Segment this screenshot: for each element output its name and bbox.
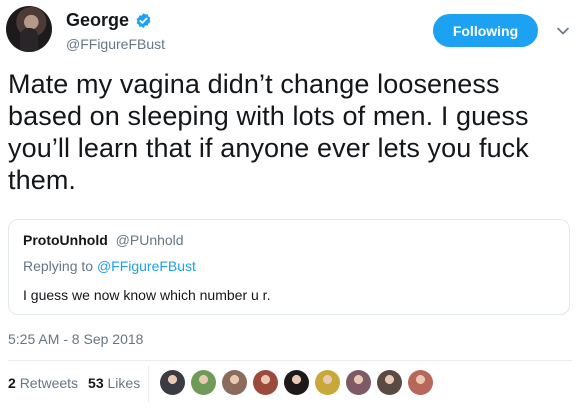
author-display-name[interactable]: George <box>66 10 129 31</box>
quoted-tweet[interactable]: ProtoUnhold @PUnhold Replying to @FFigur… <box>8 219 570 315</box>
tweet-stats: 2 Retweets 53 Likes <box>8 375 140 391</box>
chevron-down-icon[interactable] <box>556 24 570 38</box>
author-handle[interactable]: @FFigureFBust <box>66 36 165 52</box>
likes-stat[interactable]: 53 Likes <box>88 375 140 391</box>
author-avatar[interactable] <box>6 6 52 52</box>
stats-separator <box>148 366 149 402</box>
tweet-timestamp[interactable]: 5:25 AM - 8 Sep 2018 <box>8 331 143 347</box>
liker-avatar-icon[interactable] <box>284 370 309 395</box>
divider <box>8 360 572 361</box>
tweet-text-line: them. <box>8 165 77 195</box>
quoted-replying-to: Replying to @FFigureFBust <box>23 258 196 274</box>
tweet-text: Mate my vagina didn’t change looseness b… <box>8 68 568 196</box>
liker-avatar-icon[interactable] <box>408 370 433 395</box>
replying-to-prefix: Replying to <box>23 258 94 274</box>
liker-avatar-icon[interactable] <box>160 370 185 395</box>
liker-avatar-icon[interactable] <box>346 370 371 395</box>
retweets-stat[interactable]: 2 Retweets <box>8 375 78 391</box>
liker-avatar-icon[interactable] <box>222 370 247 395</box>
verified-badge-icon <box>136 13 151 28</box>
likes-count: 53 <box>88 375 104 391</box>
retweets-count: 2 <box>8 375 16 391</box>
liker-avatars <box>160 370 433 395</box>
quoted-author: ProtoUnhold @PUnhold <box>23 232 184 248</box>
tweet-text-line: based on sleeping with lots of men. I gu… <box>8 101 529 131</box>
tweet-text-line: Mate my vagina didn’t change looseness <box>8 69 500 99</box>
liker-avatar-icon[interactable] <box>377 370 402 395</box>
quoted-tweet-text: I guess we now know which number u r. <box>23 287 271 303</box>
following-button[interactable]: Following <box>433 14 538 47</box>
author-name-row[interactable]: George <box>66 10 152 31</box>
retweets-label: Retweets <box>19 375 79 391</box>
tweet-card: George @FFigureFBust Following Mate my v… <box>0 0 580 414</box>
quoted-author-handle: @PUnhold <box>115 232 184 248</box>
tweet-text-line: you’ll learn that if anyone ever lets yo… <box>8 133 529 163</box>
liker-avatar-icon[interactable] <box>253 370 278 395</box>
liker-avatar-icon[interactable] <box>315 370 340 395</box>
quoted-author-name: ProtoUnhold <box>23 232 108 248</box>
liker-avatar-icon[interactable] <box>191 370 216 395</box>
replying-to-link[interactable]: @FFigureFBust <box>97 258 196 274</box>
likes-label: Likes <box>107 375 141 391</box>
